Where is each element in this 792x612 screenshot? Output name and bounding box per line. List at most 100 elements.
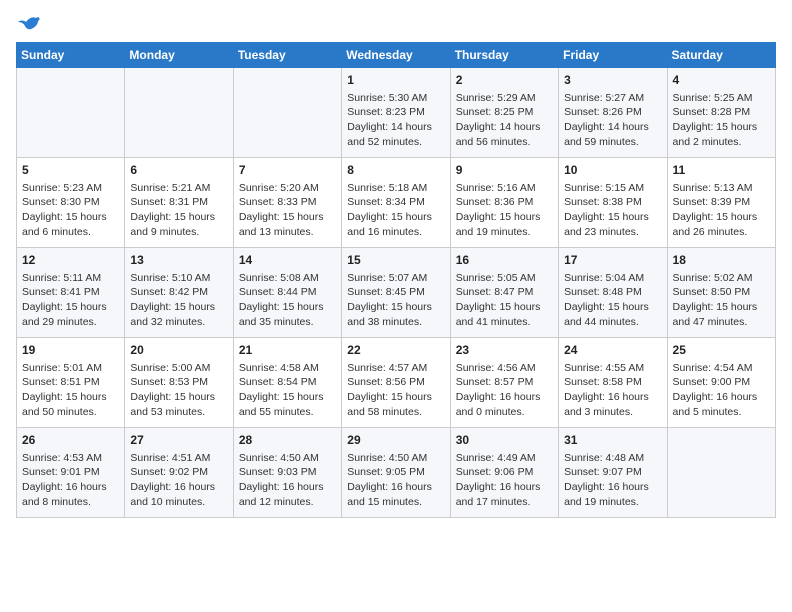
day-info: Sunset: 8:31 PM xyxy=(130,195,227,210)
calendar-cell: 10Sunrise: 5:15 AMSunset: 8:38 PMDayligh… xyxy=(559,158,667,248)
day-info: Sunrise: 5:16 AM xyxy=(456,181,553,196)
day-info: Daylight: 16 hours and 10 minutes. xyxy=(130,480,227,509)
day-info: Sunset: 8:38 PM xyxy=(564,195,661,210)
day-number: 24 xyxy=(564,342,661,359)
calendar-cell: 7Sunrise: 5:20 AMSunset: 8:33 PMDaylight… xyxy=(233,158,341,248)
calendar-cell: 19Sunrise: 5:01 AMSunset: 8:51 PMDayligh… xyxy=(17,338,125,428)
day-info: Sunset: 9:03 PM xyxy=(239,465,336,480)
day-info: Daylight: 14 hours and 52 minutes. xyxy=(347,120,444,149)
day-number: 28 xyxy=(239,432,336,449)
day-info: Daylight: 15 hours and 2 minutes. xyxy=(673,120,770,149)
day-info: Sunrise: 4:49 AM xyxy=(456,451,553,466)
day-info: Daylight: 15 hours and 53 minutes. xyxy=(130,390,227,419)
calendar-cell: 28 Sunrise: 4:50 AMSunset: 9:03 PMDayligh… xyxy=(233,428,341,518)
day-info: Sunrise: 4:56 AM xyxy=(456,361,553,376)
day-number: 14 xyxy=(239,252,336,269)
day-number: 18 xyxy=(673,252,770,269)
day-info: Daylight: 15 hours and 23 minutes. xyxy=(564,210,661,239)
day-number: 16 xyxy=(456,252,553,269)
day-info: Daylight: 15 hours and 44 minutes. xyxy=(564,300,661,329)
day-info: Sunrise: 5:21 AM xyxy=(130,181,227,196)
day-info: Sunrise: 5:02 AM xyxy=(673,271,770,286)
day-info: Daylight: 16 hours and 3 minutes. xyxy=(564,390,661,419)
calendar-cell xyxy=(667,428,775,518)
day-number: 13 xyxy=(130,252,227,269)
calendar-cell: 18Sunrise: 5:02 AMSunset: 8:50 PMDayligh… xyxy=(667,248,775,338)
day-number: 4 xyxy=(673,72,770,89)
day-info: Daylight: 15 hours and 6 minutes. xyxy=(22,210,119,239)
day-info: Sunset: 8:51 PM xyxy=(22,375,119,390)
day-info: Sunset: 9:00 PM xyxy=(673,375,770,390)
calendar-cell: 21Sunrise: 4:58 AMSunset: 8:54 PMDayligh… xyxy=(233,338,341,428)
day-info: Sunrise: 5:10 AM xyxy=(130,271,227,286)
day-number: 19 xyxy=(22,342,119,359)
day-info: Sunset: 8:54 PM xyxy=(239,375,336,390)
day-info: Sunset: 9:01 PM xyxy=(22,465,119,480)
day-info: Sunrise: 4:48 AM xyxy=(564,451,661,466)
calendar-cell: 2Sunrise: 5:29 AMSunset: 8:25 PMDaylight… xyxy=(450,68,558,158)
day-info: Sunset: 8:36 PM xyxy=(456,195,553,210)
logo xyxy=(16,16,40,34)
weekday-header-wednesday: Wednesday xyxy=(342,43,450,68)
day-info: Sunrise: 5:18 AM xyxy=(347,181,444,196)
day-info: Daylight: 15 hours and 26 minutes. xyxy=(673,210,770,239)
day-info: Daylight: 16 hours and 5 minutes. xyxy=(673,390,770,419)
calendar-cell: 12Sunrise: 5:11 AMSunset: 8:41 PMDayligh… xyxy=(17,248,125,338)
day-number: 12 xyxy=(22,252,119,269)
day-number: 22 xyxy=(347,342,444,359)
calendar-cell: 9 Sunrise: 5:16 AMSunset: 8:36 PMDaylight… xyxy=(450,158,558,248)
day-info: Sunset: 8:50 PM xyxy=(673,285,770,300)
day-info: Sunrise: 4:54 AM xyxy=(673,361,770,376)
calendar-cell: 30Sunrise: 4:49 AMSunset: 9:06 PMDayligh… xyxy=(450,428,558,518)
day-info: Sunrise: 5:05 AM xyxy=(456,271,553,286)
day-number: 25 xyxy=(673,342,770,359)
day-info: Sunset: 8:57 PM xyxy=(456,375,553,390)
day-info: Sunrise: 5:11 AM xyxy=(22,271,119,286)
day-info: Sunset: 8:39 PM xyxy=(673,195,770,210)
day-info: Sunset: 8:44 PM xyxy=(239,285,336,300)
day-info: Sunset: 9:07 PM xyxy=(564,465,661,480)
day-number: 31 xyxy=(564,432,661,449)
day-info: Sunrise: 5:23 AM xyxy=(22,181,119,196)
logo-bird-icon xyxy=(18,16,40,34)
day-number: 30 xyxy=(456,432,553,449)
day-number: 5 xyxy=(22,162,119,179)
day-info: Daylight: 15 hours and 41 minutes. xyxy=(456,300,553,329)
day-info: Sunset: 8:26 PM xyxy=(564,105,661,120)
day-number: 27 xyxy=(130,432,227,449)
day-info: Daylight: 15 hours and 29 minutes. xyxy=(22,300,119,329)
page-header xyxy=(16,16,776,34)
calendar-cell: 24Sunrise: 4:55 AMSunset: 8:58 PMDayligh… xyxy=(559,338,667,428)
weekday-header-friday: Friday xyxy=(559,43,667,68)
day-info: Daylight: 16 hours and 19 minutes. xyxy=(564,480,661,509)
day-info: Sunrise: 4:51 AM xyxy=(130,451,227,466)
weekday-header-sunday: Sunday xyxy=(17,43,125,68)
day-info: Daylight: 15 hours and 16 minutes. xyxy=(347,210,444,239)
calendar-cell: 20Sunrise: 5:00 AMSunset: 8:53 PMDayligh… xyxy=(125,338,233,428)
day-info: Sunrise: 4:50 AM xyxy=(239,451,336,466)
day-info: Sunset: 8:23 PM xyxy=(347,105,444,120)
day-info: Sunset: 8:28 PM xyxy=(673,105,770,120)
day-info: Sunset: 8:33 PM xyxy=(239,195,336,210)
weekday-header-saturday: Saturday xyxy=(667,43,775,68)
calendar-cell: 14Sunrise: 5:08 AMSunset: 8:44 PMDayligh… xyxy=(233,248,341,338)
day-info: Daylight: 14 hours and 59 minutes. xyxy=(564,120,661,149)
weekday-header-monday: Monday xyxy=(125,43,233,68)
calendar-cell xyxy=(233,68,341,158)
day-info: Sunrise: 5:30 AM xyxy=(347,91,444,106)
day-info: Sunrise: 5:13 AM xyxy=(673,181,770,196)
day-number: 2 xyxy=(456,72,553,89)
day-info: Sunrise: 5:25 AM xyxy=(673,91,770,106)
calendar-cell: 8Sunrise: 5:18 AMSunset: 8:34 PMDaylight… xyxy=(342,158,450,248)
day-info: Sunrise: 5:20 AM xyxy=(239,181,336,196)
day-info: Daylight: 16 hours and 12 minutes. xyxy=(239,480,336,509)
day-info: Daylight: 15 hours and 58 minutes. xyxy=(347,390,444,419)
day-info: Sunset: 8:30 PM xyxy=(22,195,119,210)
day-number: 9 xyxy=(456,162,553,179)
day-info: Daylight: 15 hours and 19 minutes. xyxy=(456,210,553,239)
calendar-cell: 31 Sunrise: 4:48 AMSunset: 9:07 PMDayligh… xyxy=(559,428,667,518)
day-info: Daylight: 15 hours and 50 minutes. xyxy=(22,390,119,419)
day-info: Daylight: 16 hours and 15 minutes. xyxy=(347,480,444,509)
day-info: Daylight: 14 hours and 56 minutes. xyxy=(456,120,553,149)
day-number: 8 xyxy=(347,162,444,179)
